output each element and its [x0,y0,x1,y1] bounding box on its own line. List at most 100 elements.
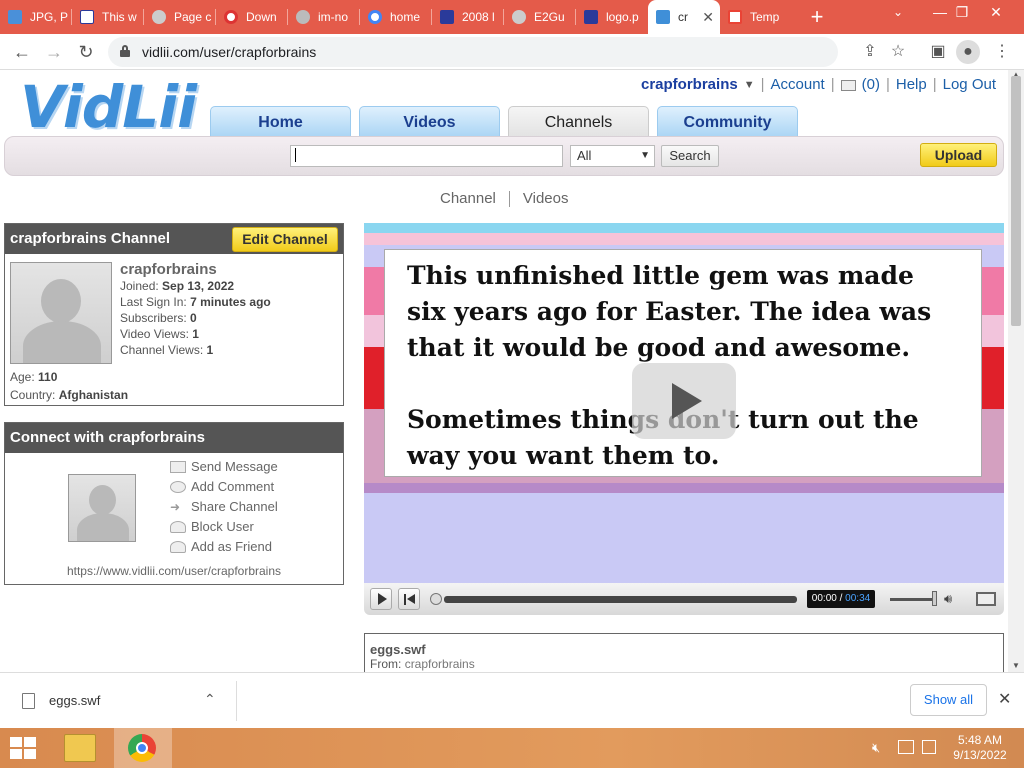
mail-icon [728,10,742,24]
avatar[interactable] [10,262,112,364]
inbox-count[interactable]: (0) [862,76,880,93]
tab-title: This w [102,10,137,24]
channel-url[interactable]: https://www.vidlii.com/user/crapforbrain… [5,564,343,578]
share-channel-link[interactable]: ➜ Share Channel [170,497,278,517]
fullscreen-icon[interactable] [976,592,996,606]
edit-channel-button[interactable]: Edit Channel [232,227,338,252]
volume-slider[interactable] [890,598,936,601]
reload-icon[interactable]: ↻ [74,40,98,64]
big-play-icon[interactable] [632,363,736,439]
video-player[interactable]: This unfinished little gem was made six … [364,223,1004,615]
subnav-videos-link[interactable]: Videos [523,190,569,207]
upload-button[interactable]: Upload [920,143,997,167]
avatar[interactable] [68,474,136,542]
action-center-icon[interactable] [922,740,936,754]
channel-subnav: Channel Videos [440,190,569,208]
profile-box-header: crapforbrains Channel Edit Channel [5,224,343,254]
browser-tab[interactable]: Page c [144,0,216,34]
help-link[interactable]: Help [896,76,927,93]
chrome-taskbar-button[interactable] [114,728,172,768]
share-icon[interactable]: ⇪ [858,40,882,64]
share-arrow-icon: ➜ [170,500,181,514]
speaker-icon[interactable]: 🔊︎ [944,591,952,607]
bookmark-star-icon[interactable]: ☆ [886,40,910,64]
chevron-down-icon[interactable]: ▼ [744,79,755,91]
video-frame[interactable]: This unfinished little gem was made six … [364,223,1004,583]
chevron-up-icon[interactable]: ⌃ [204,691,216,708]
browser-tab[interactable]: 2008 l [432,0,504,34]
scrollbar-thumb[interactable] [1011,76,1021,326]
subnav-channel-link[interactable]: Channel [440,190,496,207]
menu-icon[interactable]: ⋮ [990,40,1014,64]
envelope-icon [170,461,186,473]
vidlii-logo[interactable]: VidLii [20,76,197,138]
side-panel-icon[interactable]: ▣ [926,40,950,64]
search-button[interactable]: Search [661,145,719,167]
browser-tab[interactable]: JPG, P [0,0,72,34]
browser-tab[interactable]: im-no [288,0,360,34]
vidlii-favicon-icon [656,10,670,24]
clock-time: 5:48 AM [957,733,1003,747]
close-window-icon[interactable]: ✕ [976,0,1016,28]
slide-line: that it would be good and awesome. [407,333,911,362]
profile-box: crapforbrains Channel Edit Channel crapf… [4,223,344,406]
browser-tab[interactable]: home [360,0,432,34]
back-icon[interactable]: ← [10,40,34,64]
tab-search-icon[interactable]: ⌄ [878,0,918,28]
volume-handle[interactable] [931,591,937,606]
inbox-icon[interactable] [840,80,856,91]
close-icon[interactable]: ✕ [998,689,1011,709]
nav-tab-videos[interactable]: Videos [359,106,500,138]
browser-tab[interactable]: This w [72,0,144,34]
total-time: 00:34 [845,593,871,604]
browser-tab[interactable]: logo.p [576,0,648,34]
close-tab-icon[interactable]: ✕ [702,9,714,26]
tab-title: Down [246,10,277,24]
search-input[interactable] [290,145,563,167]
profile-icon[interactable]: ● [956,40,980,64]
username-link[interactable]: crapforbrains [641,76,738,93]
address-bar[interactable]: vidlii.com/user/crapforbrains [108,37,838,67]
logout-link[interactable]: Log Out [943,76,996,93]
tab-favicon-icon [512,10,526,24]
download-filename[interactable]: eggs.swf [49,693,100,708]
browser-tab[interactable]: Down [216,0,288,34]
account-link[interactable]: Account [771,76,825,93]
search-category-select[interactable]: All ▼ [570,145,655,167]
search-bar: All ▼ Search Upload [4,136,1004,176]
seek-bar[interactable] [444,596,797,603]
tab-title: cr [678,10,688,24]
tab-title: im-no [318,10,349,24]
windows-start-icon[interactable] [10,737,36,759]
browser-tab-active[interactable]: cr ✕ [648,0,720,34]
scroll-down-icon[interactable]: ▼ [1012,661,1020,670]
volume-muted-icon[interactable]: 🔇︎ [872,740,880,756]
forward-icon[interactable]: → [42,40,66,64]
last-sign-in-value: 7 minutes ago [190,295,271,309]
tab-favicon-icon [296,10,310,24]
from-user-link[interactable]: crapforbrains [405,657,475,671]
add-comment-link[interactable]: Add Comment [170,477,274,497]
skip-back-icon[interactable] [398,588,420,610]
network-icon[interactable] [898,740,914,754]
nav-tab-channels[interactable]: Channels [508,106,649,138]
channel-views-label: Channel Views: [120,343,204,357]
video-views-value: 1 [192,327,199,341]
country-value: Afghanistan [58,388,129,402]
show-all-button[interactable]: Show all [910,684,987,716]
current-time: 00:00 [811,593,837,604]
seek-handle[interactable] [430,593,442,605]
browser-tab[interactable]: E2Gu [504,0,576,34]
nav-tab-community[interactable]: Community [657,106,798,138]
system-clock[interactable]: 5:48 AM 9/13/2022 [950,733,1010,763]
new-tab-button[interactable]: + [802,4,832,30]
browser-tab[interactable]: Temp [720,0,792,34]
play-icon[interactable] [370,588,392,610]
file-explorer-icon[interactable] [64,734,96,762]
block-user-link[interactable]: Block User [170,517,254,537]
nav-tab-home[interactable]: Home [210,106,351,138]
send-message-link[interactable]: Send Message [170,457,278,477]
tab-title: Temp [750,10,780,24]
page-scrollbar[interactable]: ▲ ▼ [1008,70,1024,672]
add-as-friend-link[interactable]: Add as Friend [170,537,272,557]
